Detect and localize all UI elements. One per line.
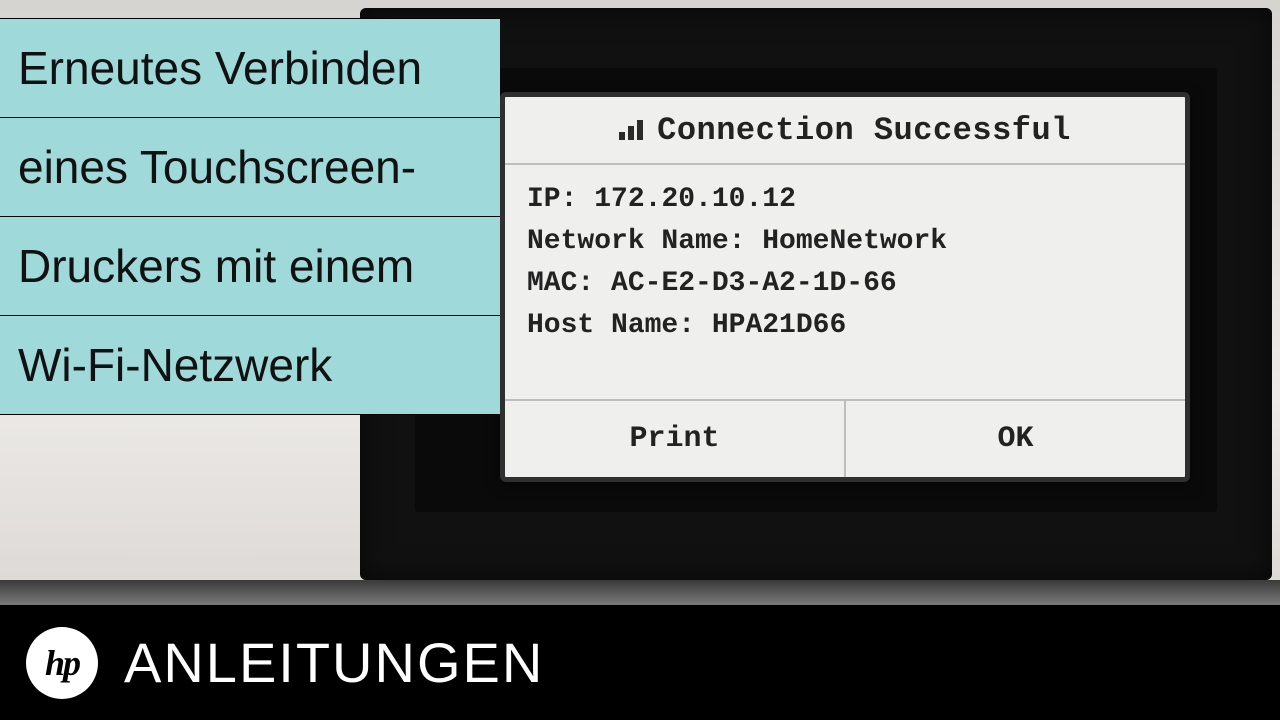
network-row: Network Name: HomeNetwork (527, 221, 1163, 263)
printer-touchscreen: Connection Successful IP: 172.20.10.12 N… (500, 92, 1190, 482)
mac-row: MAC: AC-E2-D3-A2-1D-66 (527, 263, 1163, 305)
mac-label: MAC: (527, 268, 594, 299)
title-line-1: Erneutes Verbinden (0, 18, 500, 117)
brand-bar: hp ANLEITUNGEN (0, 605, 1280, 720)
ip-row: IP: 172.20.10.12 (527, 179, 1163, 221)
mac-value: AC-E2-D3-A2-1D-66 (611, 268, 897, 299)
title-line-4: Wi-Fi-Netzwerk (0, 315, 500, 415)
host-value: HPA21D66 (712, 310, 846, 341)
video-frame: Connection Successful IP: 172.20.10.12 N… (0, 0, 1280, 720)
network-value: HomeNetwork (762, 226, 947, 257)
host-row: Host Name: HPA21D66 (527, 305, 1163, 347)
network-label: Network Name: (527, 226, 745, 257)
hp-logo: hp (26, 627, 98, 699)
ip-value: 172.20.10.12 (594, 184, 796, 215)
lcd-button-bar: Print OK (505, 399, 1185, 477)
print-button[interactable]: Print (505, 401, 844, 477)
ip-label: IP: (527, 184, 577, 215)
lcd-title: Connection Successful (657, 112, 1071, 149)
title-overlay: Erneutes Verbinden eines Touchscreen- Dr… (0, 18, 500, 415)
lcd-header: Connection Successful (505, 97, 1185, 165)
brand-label: ANLEITUNGEN (124, 630, 544, 695)
title-line-2: eines Touchscreen- (0, 117, 500, 216)
signal-icon (619, 120, 643, 140)
title-line-3: Druckers mit einem (0, 216, 500, 315)
lcd-body: IP: 172.20.10.12 Network Name: HomeNetwo… (505, 165, 1185, 347)
hp-logo-text: hp (45, 642, 79, 684)
ok-button[interactable]: OK (844, 401, 1185, 477)
host-label: Host Name: (527, 310, 695, 341)
